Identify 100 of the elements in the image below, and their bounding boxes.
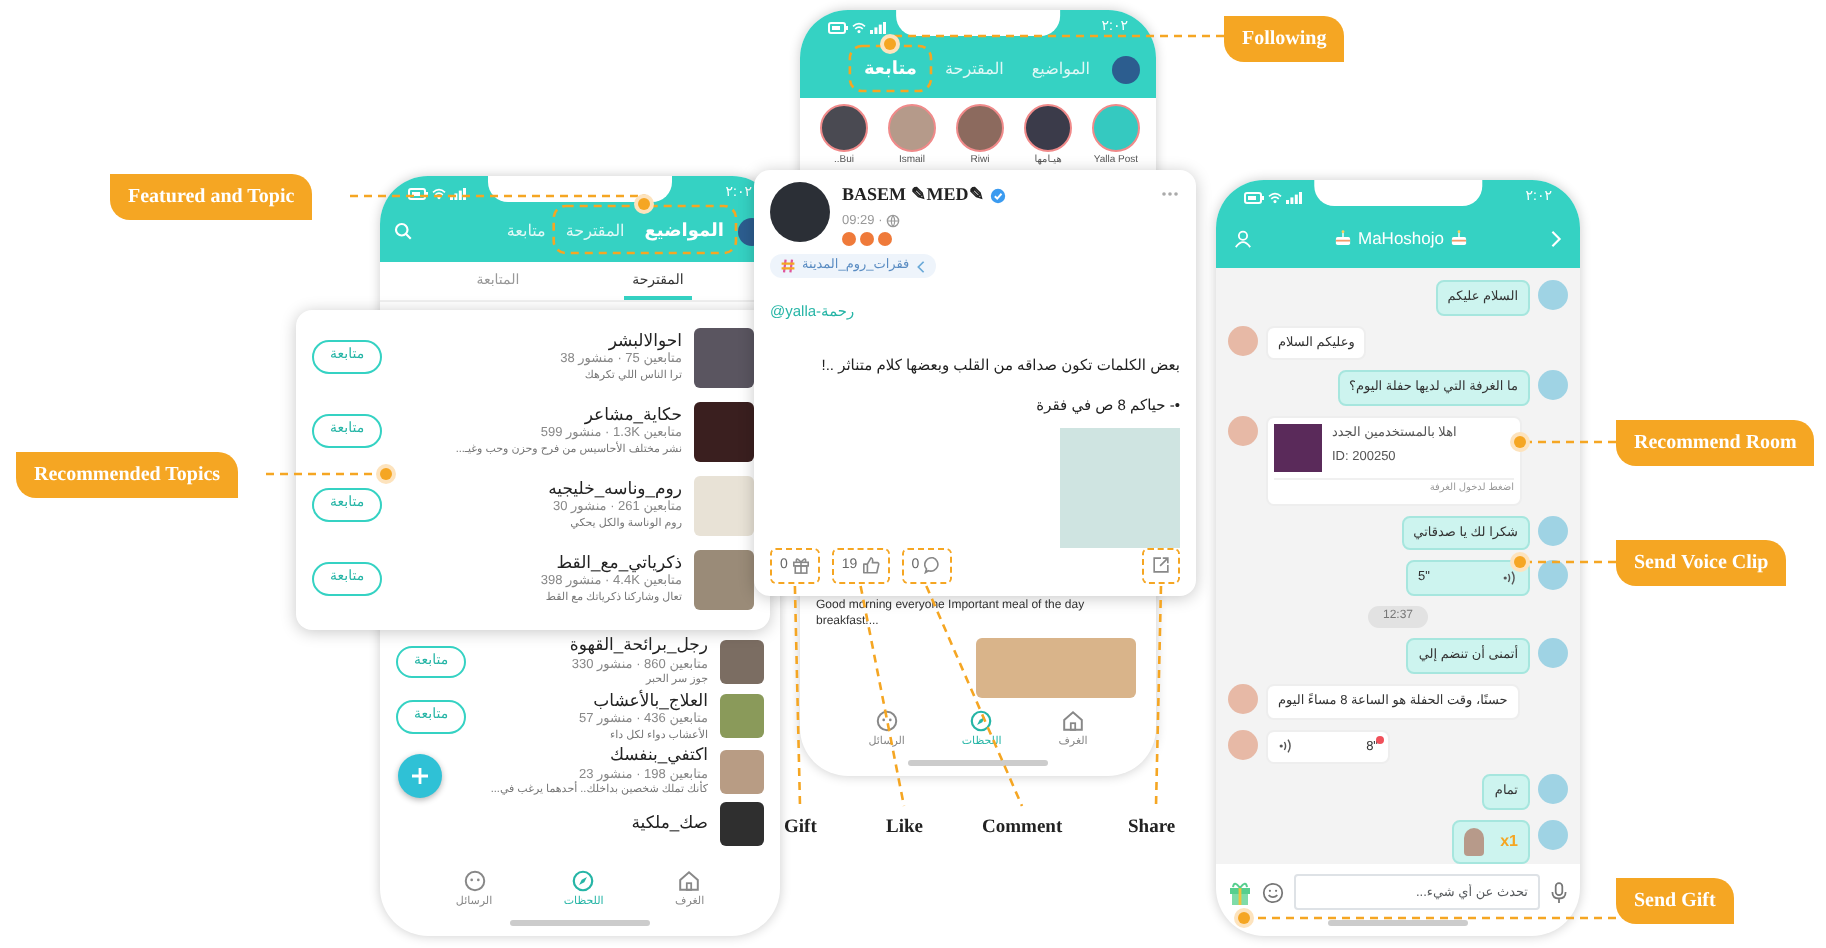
tab[interactable]: متابعة [857, 52, 923, 87]
home-icon [678, 869, 701, 892]
avatar [1112, 55, 1140, 84]
avatar [1228, 325, 1258, 355]
topic-name: رجل_برائحة_القهوة [569, 636, 708, 656]
gift-count: x1 [1500, 830, 1518, 854]
photo-placeholder [720, 639, 764, 684]
tab[interactable]: متابعة [500, 215, 552, 248]
hotspot-dot [880, 34, 900, 54]
avatar [1538, 820, 1568, 850]
topic-name: اكتفي_بنفسك [607, 746, 708, 766]
microphone-icon[interactable] [1550, 881, 1568, 903]
tab[interactable]: المواضيع [1025, 53, 1096, 86]
annotation-label: Like [886, 816, 923, 842]
photo-placeholder [694, 327, 754, 387]
comment-icon [923, 556, 942, 575]
compass-icon [970, 709, 993, 732]
avatar [1538, 279, 1568, 310]
more-icon[interactable] [1160, 190, 1180, 198]
wifi-icon [1268, 192, 1282, 204]
avatar[interactable] [956, 103, 1004, 151]
emoji-icon[interactable] [1262, 881, 1284, 903]
chat-title: MaHoshojo [1358, 226, 1444, 252]
photo-placeholder [720, 749, 764, 794]
hotspot-dot [634, 194, 654, 214]
avatar[interactable] [820, 103, 868, 151]
annotation-label: Comment [982, 816, 1063, 842]
leader-line [1528, 440, 1616, 444]
signal-icon [870, 22, 886, 34]
topic-name: احوالالبشر [606, 331, 682, 351]
battery-icon [828, 22, 848, 34]
photo-placeholder [1274, 424, 1322, 472]
home-indicator [908, 760, 1048, 766]
leader-line [1528, 560, 1616, 564]
thumbs-up-icon [861, 556, 880, 575]
callout-label: Following [1224, 16, 1345, 62]
sound-wave-icon [1278, 738, 1294, 755]
callout-label: Recommend Room [1616, 420, 1815, 466]
callout-label: Featured and Topic [110, 174, 313, 220]
chevron-right-icon[interactable] [1550, 229, 1562, 248]
tab[interactable]: المقترحة [938, 53, 1010, 86]
add-button[interactable] [398, 754, 442, 798]
plus-icon [410, 766, 430, 786]
photo-placeholder [694, 475, 754, 535]
compass-icon [572, 869, 595, 892]
callout-label: Send Voice Clip [1616, 540, 1787, 586]
leader-line [266, 472, 378, 476]
chevron-left-icon [915, 259, 926, 274]
callout-label: Send Gift [1616, 878, 1734, 924]
topic-name: العلاج_بالأعشاب [591, 691, 708, 711]
tab[interactable]: المواضيع [638, 214, 730, 249]
chat-icon [875, 709, 898, 732]
share-button[interactable] [1142, 547, 1180, 584]
wifi-icon [852, 22, 866, 34]
image-placeholder [1060, 427, 1180, 547]
sound-wave-icon [1502, 570, 1518, 587]
annotation-label: Share [1128, 816, 1176, 842]
gift-box-icon[interactable] [1228, 879, 1252, 905]
hotspot-dot [1234, 908, 1254, 928]
profile-icon[interactable] [1234, 229, 1252, 248]
avatar [1538, 370, 1568, 401]
photo-placeholder [720, 801, 764, 846]
annotation-label: Gift [784, 816, 817, 842]
hash-icon [780, 258, 796, 275]
tab[interactable]: المقترحة [559, 215, 631, 248]
highlight-outline [848, 44, 933, 93]
share-icon [1152, 556, 1170, 575]
avatar [1228, 416, 1258, 446]
avatar [1538, 638, 1568, 668]
hotspot-dot [1510, 432, 1530, 452]
hotspot-dot [376, 464, 396, 484]
photo-placeholder [720, 694, 764, 739]
avatar[interactable] [1024, 103, 1072, 151]
topic-name: حكاية_مشاعر [582, 405, 682, 425]
author-name: BASEM ✎MED✎ [842, 182, 985, 208]
photo-placeholder [694, 549, 754, 609]
globe-icon [886, 213, 901, 228]
battery-icon [1244, 192, 1264, 204]
unread-dot [1376, 735, 1384, 743]
photo-placeholder [694, 401, 754, 461]
hotspot-dot [1510, 552, 1530, 572]
home-indicator [1328, 920, 1468, 926]
avatar [770, 182, 830, 242]
battery-icon [408, 188, 428, 200]
avatar [1538, 774, 1568, 805]
gift-icon [791, 556, 810, 575]
callout-label: Recommended Topics [16, 452, 239, 498]
avatar [1538, 515, 1568, 545]
search-icon[interactable] [394, 222, 412, 241]
cake-icon [1450, 230, 1468, 247]
gift-figure-icon [1464, 828, 1485, 856]
topic-name: صك_ملكية [631, 813, 708, 834]
chat-icon [463, 869, 486, 892]
wifi-icon [432, 188, 446, 200]
home-icon [1062, 709, 1084, 732]
avatar [1228, 683, 1258, 714]
cake-icon [1334, 230, 1352, 247]
signal-icon [1286, 192, 1302, 204]
avatar [1228, 729, 1258, 759]
signal-icon [450, 188, 466, 200]
